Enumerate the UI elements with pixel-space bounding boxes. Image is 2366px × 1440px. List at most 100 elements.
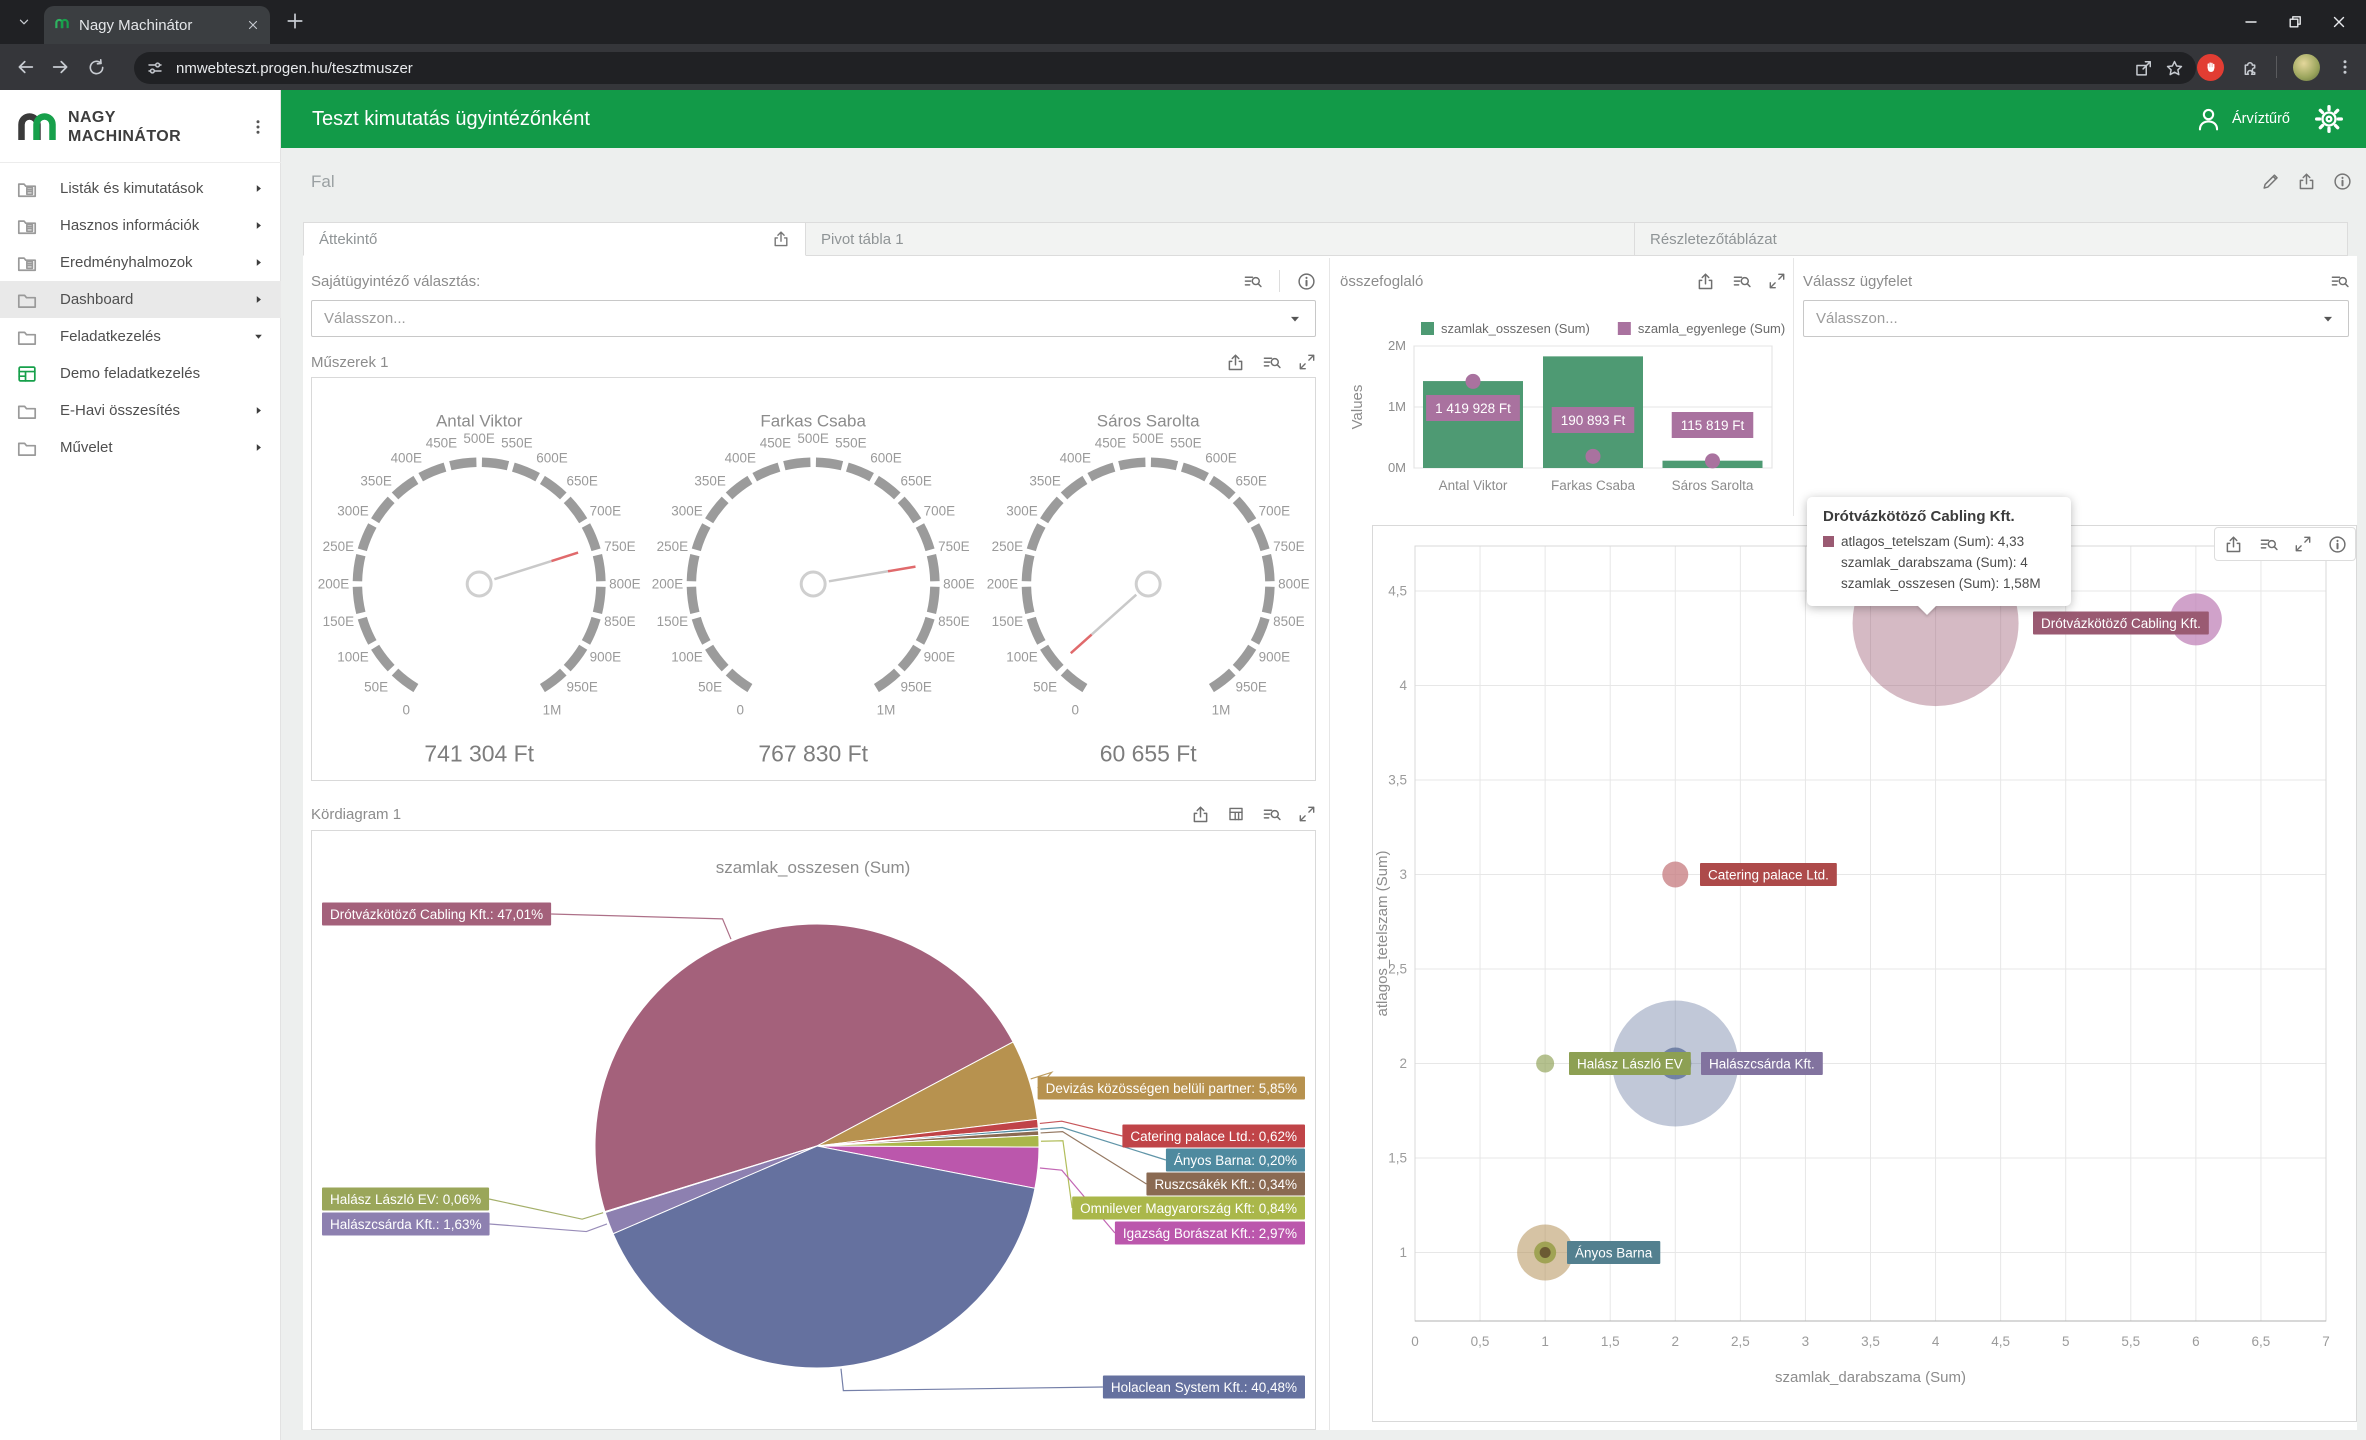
info-icon[interactable] — [2333, 172, 2352, 191]
export-icon[interactable] — [1226, 353, 1245, 372]
customer-select[interactable]: Válasszon... — [1803, 300, 2349, 337]
svg-text:650E: 650E — [901, 473, 932, 488]
back-icon[interactable] — [14, 56, 36, 78]
svg-text:1 419 928 Ft: 1 419 928 Ft — [1435, 401, 1511, 416]
tab-search-icon[interactable] — [12, 10, 36, 34]
site-info-icon[interactable] — [146, 59, 164, 77]
folderdoc-icon — [16, 252, 38, 274]
url-text: nmwebteszt.progen.hu/tesztmuszer — [176, 60, 2122, 77]
user-icon[interactable] — [2195, 106, 2222, 133]
filter-icon[interactable] — [1262, 805, 1281, 824]
svg-text:2,5: 2,5 — [1731, 1334, 1750, 1349]
info-icon[interactable] — [1297, 272, 1316, 291]
scatter-toolbar — [2214, 527, 2356, 561]
filter-icon[interactable] — [1262, 353, 1281, 372]
filter-icon[interactable] — [1732, 272, 1751, 291]
fullscreen-icon[interactable] — [1298, 353, 1316, 371]
svg-text:szamlak_darabszama (Sum): szamlak_darabszama (Sum) — [1775, 1369, 1966, 1386]
chevron-right-icon — [252, 441, 265, 454]
info-icon[interactable] — [2328, 535, 2347, 554]
minimize-icon[interactable] — [2242, 13, 2260, 31]
sidebar-item-2[interactable]: Eredményhalmozok — [0, 244, 281, 281]
svg-text:450E: 450E — [426, 436, 457, 451]
adblock-extension-icon[interactable] — [2197, 54, 2224, 81]
folderdoc-icon — [16, 178, 38, 200]
gear-icon[interactable] — [2314, 104, 2344, 134]
browser-tab[interactable]: Nagy Machinátor — [44, 6, 270, 44]
export-icon[interactable] — [2297, 172, 2316, 191]
sidebar-item-6[interactable]: E-Havi összesítés — [0, 392, 281, 429]
sidebar-item-4[interactable]: Feladatkezelés — [0, 318, 281, 355]
bubble-chart: 00,511,522,533,544,555,566,5711,522,533,… — [1373, 526, 2356, 1421]
tab-1[interactable]: Pivot tábla 1 — [806, 222, 1635, 256]
summary-bar-chart: szamlak_osszesen (Sum)szamla_egyenlege (… — [1340, 300, 1786, 512]
svg-text:szamlak_osszesen (Sum): szamlak_osszesen (Sum) — [716, 858, 911, 877]
tab-close-icon[interactable] — [246, 18, 260, 32]
svg-text:650E: 650E — [566, 473, 597, 488]
export-icon[interactable] — [772, 230, 790, 248]
svg-text:Halász László EV: 0,06%: Halász László EV: 0,06% — [330, 1192, 481, 1207]
tab-0[interactable]: Áttekintő — [303, 222, 806, 256]
fullscreen-icon[interactable] — [1298, 805, 1316, 823]
sidebar-item-0[interactable]: Listák és kimutatások — [0, 170, 281, 207]
svg-text:150E: 150E — [323, 614, 354, 629]
board-title: Fal — [311, 172, 335, 192]
app-logo — [14, 109, 60, 146]
sidebar-menu-icon[interactable] — [249, 118, 267, 136]
svg-text:Antal Viktor: Antal Viktor — [1439, 478, 1508, 493]
tooltip-caret — [1917, 605, 1937, 615]
new-tab-button[interactable] — [284, 10, 306, 32]
chevron-right-icon — [252, 293, 265, 306]
table-icon[interactable] — [1227, 805, 1245, 823]
extensions-puzzle-icon[interactable] — [2240, 57, 2260, 77]
chevron-right-icon — [252, 219, 265, 232]
sidebar-item-5[interactable]: Demo feladatkezelés — [0, 355, 281, 392]
forward-icon[interactable] — [50, 56, 72, 78]
scatter-panel: 00,511,522,533,544,555,566,5711,522,533,… — [1372, 525, 2357, 1422]
svg-text:800E: 800E — [1278, 576, 1309, 591]
fullscreen-icon[interactable] — [2294, 535, 2312, 553]
profile-avatar[interactable] — [2293, 54, 2320, 81]
svg-text:Ányos Barna: 0,20%: Ányos Barna: 0,20% — [1174, 1153, 1297, 1168]
svg-text:7: 7 — [2322, 1334, 2330, 1349]
sidebar-item-1[interactable]: Hasznos információk — [0, 207, 281, 244]
sidebar-item-7[interactable]: Művelet — [0, 429, 281, 466]
tab-2[interactable]: Részletezőtáblázat — [1635, 222, 2348, 256]
bookmark-star-icon[interactable] — [2165, 59, 2184, 78]
export-icon[interactable] — [1696, 272, 1715, 291]
svg-text:Catering palace Ltd.: Catering palace Ltd. — [1708, 867, 1829, 882]
edit-pencil-icon[interactable] — [2261, 172, 2280, 191]
tab-label: Részletezőtáblázat — [1650, 231, 1777, 248]
svg-text:1M: 1M — [543, 703, 562, 718]
reload-icon[interactable] — [86, 57, 107, 78]
agent-select[interactable]: Válasszon... — [311, 300, 1316, 337]
svg-text:Igazság Borászat Kft.: 2,97%: Igazság Borászat Kft.: 2,97% — [1123, 1226, 1297, 1241]
sidebar-item-label: Listák és kimutatások — [60, 180, 230, 197]
fullscreen-icon[interactable] — [1768, 272, 1786, 290]
share-page-icon[interactable] — [2134, 59, 2153, 78]
svg-text:850E: 850E — [1273, 614, 1304, 629]
filter-icon[interactable] — [2330, 272, 2349, 291]
address-bar[interactable]: nmwebteszt.progen.hu/tesztmuszer — [134, 52, 2196, 84]
svg-text:1,5: 1,5 — [1388, 1151, 1407, 1166]
filter-icon[interactable] — [1243, 272, 1262, 291]
summary-header: összefoglaló — [1340, 266, 1786, 296]
export-icon[interactable] — [2224, 535, 2243, 554]
export-icon[interactable] — [1191, 805, 1210, 824]
sidebar-item-3[interactable]: Dashboard — [0, 281, 281, 318]
svg-text:190 893 Ft: 190 893 Ft — [1561, 413, 1626, 428]
chevron-right-icon — [252, 182, 265, 195]
svg-text:Halászcsárda Kft.: 1,63%: Halászcsárda Kft.: 1,63% — [330, 1217, 482, 1232]
filter-icon[interactable] — [2259, 535, 2278, 554]
restore-icon[interactable] — [2286, 13, 2304, 31]
page-title: Teszt kimutatás ügyintézőnként — [312, 108, 590, 131]
svg-text:Ruszcsákék Kft.: 0,34%: Ruszcsákék Kft.: 0,34% — [1154, 1177, 1297, 1192]
customer-selector-label: Válassz ügyfelet — [1803, 273, 1912, 290]
close-icon[interactable] — [2330, 13, 2348, 31]
browser-menu-icon[interactable] — [2336, 58, 2354, 76]
svg-text:850E: 850E — [604, 614, 635, 629]
svg-text:741 304 Ft: 741 304 Ft — [424, 741, 534, 767]
svg-text:Halászcsárda Kft.: Halászcsárda Kft. — [1709, 1056, 1815, 1071]
chevron-right-icon — [252, 256, 265, 269]
svg-text:Devizás közösségen belüli part: Devizás közösségen belüli partner: 5,85% — [1046, 1081, 1297, 1096]
